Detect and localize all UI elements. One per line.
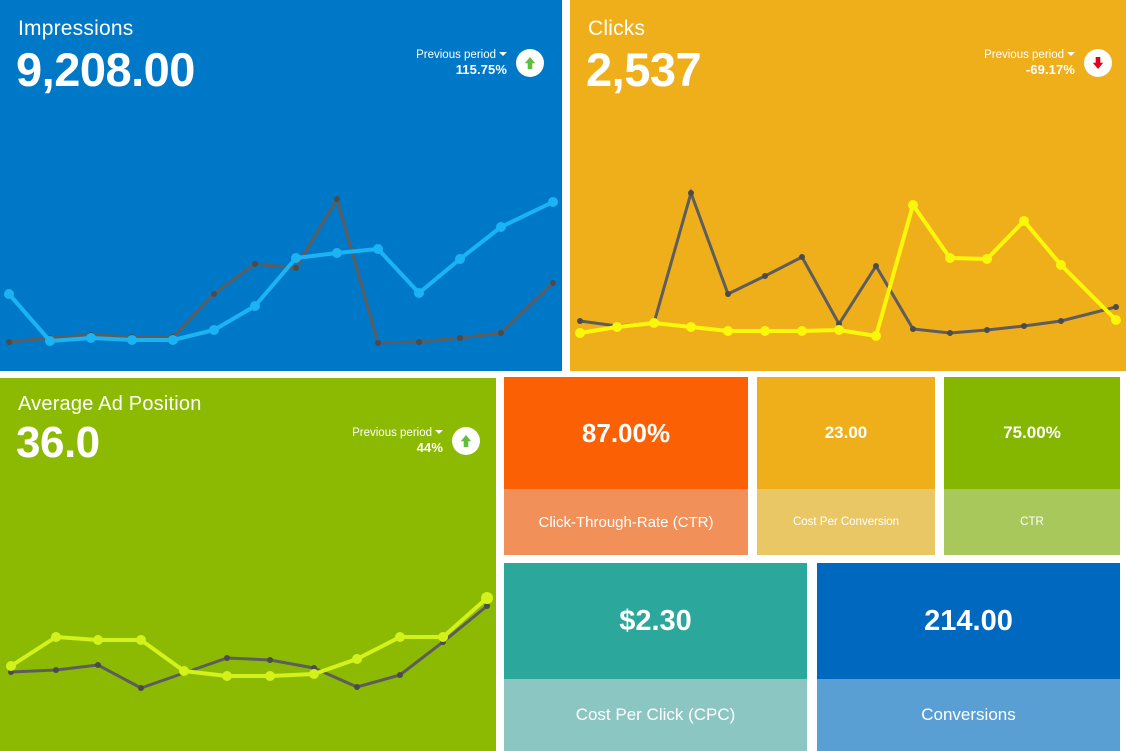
conversions-label: Conversions xyxy=(921,705,1016,724)
impressions-period-label: Previous period xyxy=(416,49,496,61)
average-ad-position-title: Average Ad Position xyxy=(18,393,202,415)
chevron-down-icon[interactable] xyxy=(499,52,507,56)
chevron-down-icon[interactable] xyxy=(435,430,443,434)
kpi-tile-clicks[interactable]: Clicks 2,537 Previous period -69.17% xyxy=(570,0,1126,371)
impressions-comparison-period: Previous period xyxy=(416,48,507,62)
click-through-rate-label: Click-Through-Rate (CTR) xyxy=(538,513,714,531)
impressions-sparkline xyxy=(4,195,558,346)
average-ad-position-comparison-period: Previous period xyxy=(352,426,443,440)
clicks-comparison[interactable]: Previous period -69.17% xyxy=(984,48,1112,79)
kpi-dashboard: Impressions 9,208.00 Previous period 115… xyxy=(0,0,1126,751)
average-ad-position-comparison[interactable]: Previous period 44% xyxy=(352,426,480,457)
kpi-tile-cost-per-click[interactable]: $2.30 Cost Per Click (CPC) xyxy=(504,563,807,751)
kpi-tile-average-ad-position[interactable]: Average Ad Position 36.0 Previous period… xyxy=(0,378,496,751)
average-ad-position-value: 36.0 xyxy=(16,418,100,467)
trend-up-badge xyxy=(452,427,480,456)
average-ad-position-comparison-text: Previous period 44% xyxy=(352,426,443,457)
kpi-tile-conversions[interactable]: 214.00 Conversions xyxy=(817,563,1120,751)
clicks-comparison-percent: -69.17% xyxy=(1025,62,1075,78)
trend-down-badge xyxy=(1084,49,1112,78)
kpi-tile-cost-per-conversion[interactable]: 23.00 Cost Per Conversion xyxy=(757,377,935,555)
kpi-tile-impressions[interactable]: Impressions 9,208.00 Previous period 115… xyxy=(0,0,562,371)
impressions-comparison-percent: 115.75% xyxy=(455,62,507,78)
clicks-value: 2,537 xyxy=(586,43,702,96)
chevron-down-icon[interactable] xyxy=(1067,52,1075,56)
average-ad-position-comparison-percent: 44% xyxy=(416,440,443,456)
cost-per-click-value: $2.30 xyxy=(504,563,807,679)
arrow-up-icon xyxy=(524,57,536,70)
arrow-down-icon xyxy=(1092,57,1104,70)
average-ad-position-sparkline xyxy=(6,592,493,691)
trend-up-badge xyxy=(516,49,544,78)
cost-per-conversion-label: Cost Per Conversion xyxy=(792,516,900,528)
kpi-tile-ctr[interactable]: 75.00% CTR xyxy=(944,377,1120,555)
impressions-comparison-text: Previous period 115.75% xyxy=(416,48,507,79)
conversions-value: 214.00 xyxy=(817,563,1120,679)
ctr-label: CTR xyxy=(1020,516,1044,528)
cost-per-conversion-value: 23.00 xyxy=(757,377,935,489)
clicks-period-label: Previous period xyxy=(984,49,1064,61)
impressions-title: Impressions xyxy=(18,17,134,40)
kpi-tile-click-through-rate[interactable]: 87.00% Click-Through-Rate (CTR) xyxy=(504,377,748,555)
clicks-title: Clicks xyxy=(588,17,646,40)
ctr-value: 75.00% xyxy=(944,377,1120,489)
click-through-rate-value: 87.00% xyxy=(504,377,748,489)
clicks-comparison-period: Previous period xyxy=(984,48,1075,62)
clicks-sparkline xyxy=(575,188,1121,341)
clicks-comparison-text: Previous period -69.17% xyxy=(984,48,1075,79)
cost-per-click-label: Cost Per Click (CPC) xyxy=(575,705,736,724)
arrow-up-icon xyxy=(460,435,472,448)
avgpos-period-label: Previous period xyxy=(352,427,432,439)
impressions-comparison[interactable]: Previous period 115.75% xyxy=(416,48,544,79)
impressions-value: 9,208.00 xyxy=(16,43,195,96)
